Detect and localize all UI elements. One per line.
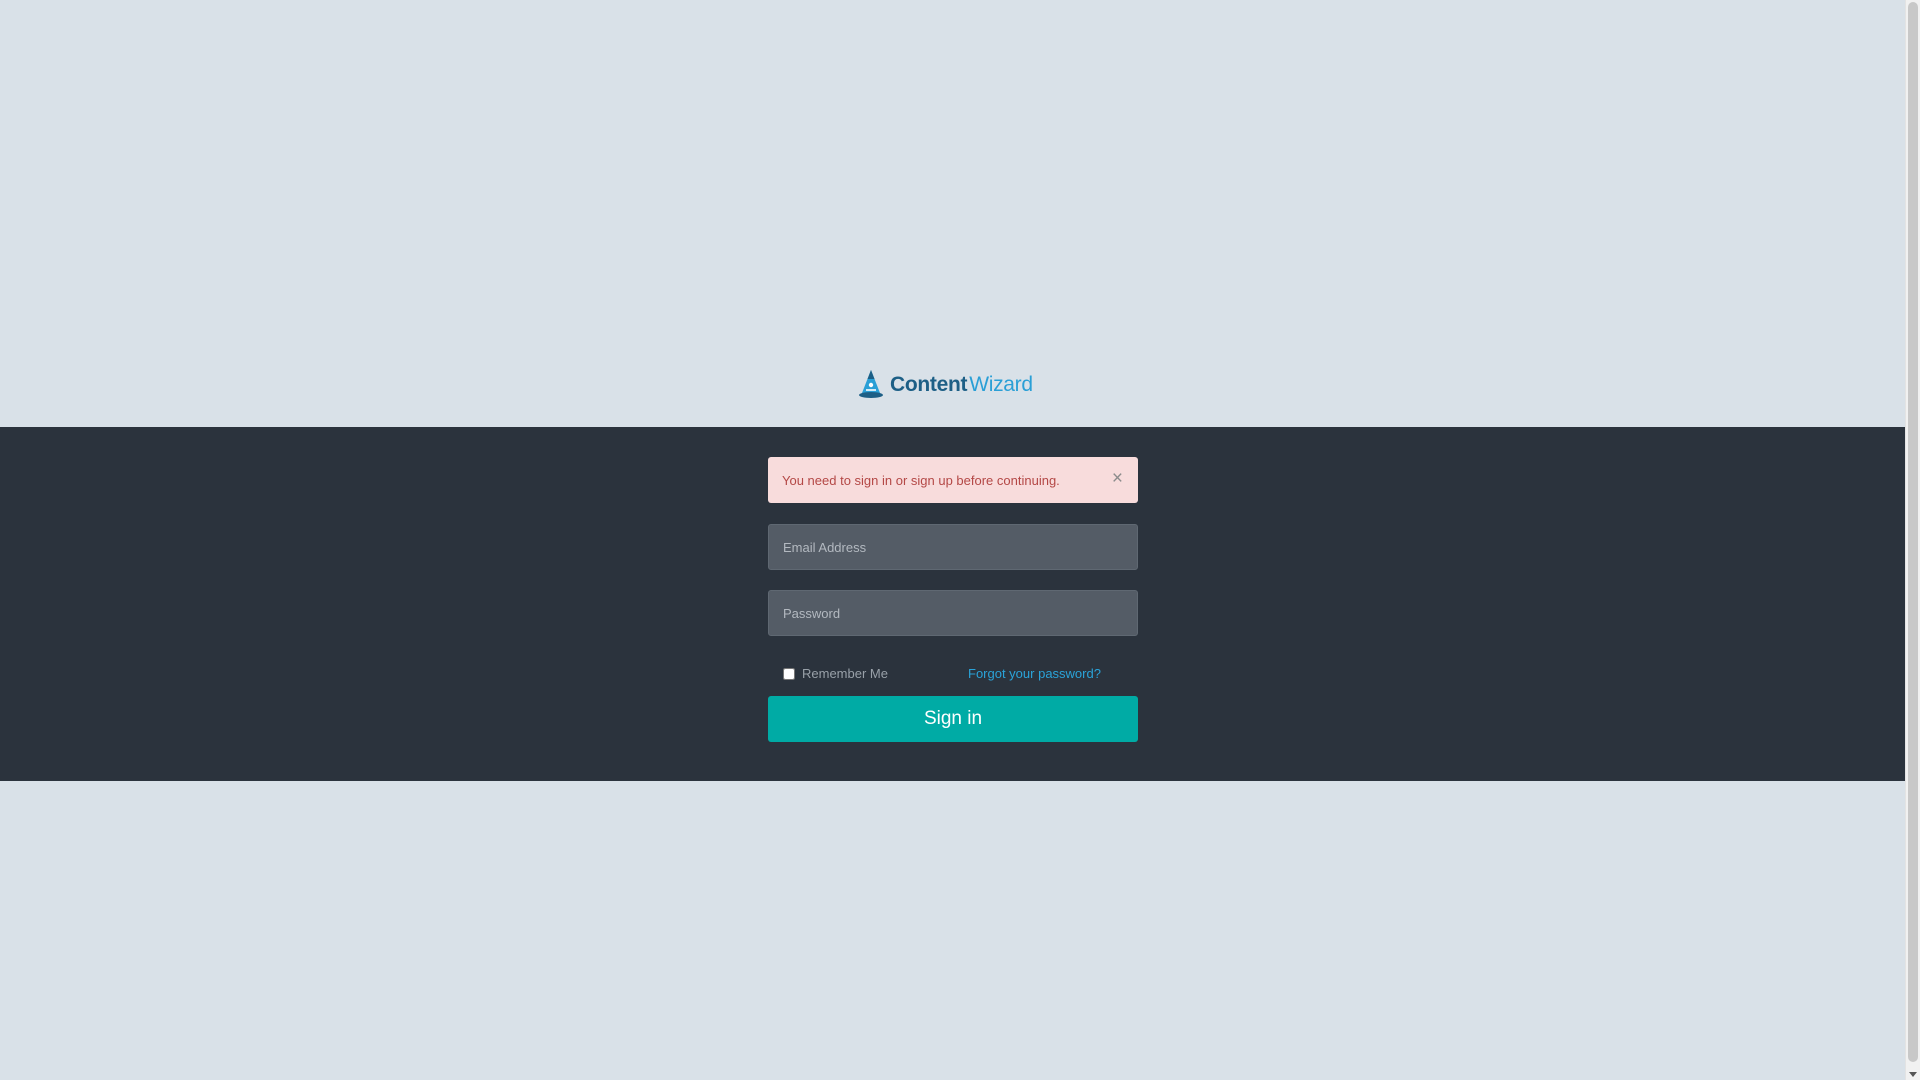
wizard-hat-icon xyxy=(859,370,883,398)
brand-name-part-2: Wizard xyxy=(969,372,1033,396)
scrollbar-thumb[interactable] xyxy=(1908,2,1918,1062)
close-icon[interactable]: × xyxy=(1112,469,1123,488)
brand-logo: ContentWizard xyxy=(858,368,1033,400)
sign-in-button[interactable]: Sign in xyxy=(768,696,1138,742)
form-options: Remember Me Forgot your password? xyxy=(768,666,1138,682)
header-area: ContentWizard xyxy=(0,0,1905,427)
login-form: You need to sign in or sign up before co… xyxy=(768,457,1138,742)
alert-message: You need to sign in or sign up before co… xyxy=(768,457,1138,503)
email-input[interactable] xyxy=(768,524,1138,570)
brand-name-part-1: Content xyxy=(890,372,968,396)
forgot-password-link[interactable]: Forgot your password? xyxy=(968,666,1101,681)
remember-me-checkbox[interactable] xyxy=(783,667,795,680)
scroll-down-icon[interactable] xyxy=(1909,1072,1917,1077)
login-band: You need to sign in or sign up before co… xyxy=(0,427,1905,781)
vertical-scrollbar[interactable] xyxy=(1905,0,1920,1080)
remember-me[interactable]: Remember Me xyxy=(783,666,888,681)
footer-area xyxy=(0,781,1905,1080)
remember-me-label: Remember Me xyxy=(802,666,888,681)
alert-text: You need to sign in or sign up before co… xyxy=(782,472,1060,488)
brand-name: ContentWizard xyxy=(890,374,1033,395)
login-page: ContentWizard You need to sign in or sig… xyxy=(0,0,1920,1080)
password-input[interactable] xyxy=(768,590,1138,636)
